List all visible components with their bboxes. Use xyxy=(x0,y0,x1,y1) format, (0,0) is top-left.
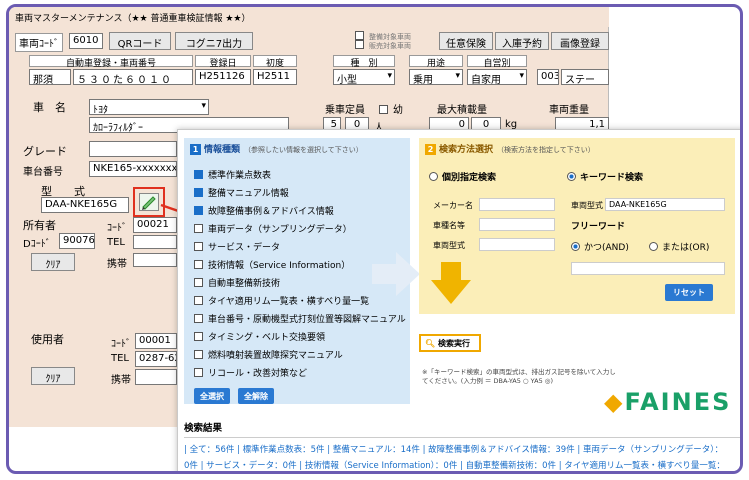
user-code-field[interactable]: 00001 xyxy=(135,333,177,349)
user-code-label: ｺｰﾄﾞ xyxy=(111,339,131,350)
chassis-field[interactable]: NKE165-xxxxxxx xyxy=(89,161,177,177)
registration-date-field[interactable]: H251126 xyxy=(195,69,251,85)
user-tel-field[interactable]: 0287-62 xyxy=(135,351,177,367)
info-item-checkbox[interactable]: サービス・データ xyxy=(194,240,280,253)
info-item-checkbox[interactable]: 車両データ（サンプリングデータ） xyxy=(194,222,352,235)
search-method-header: 2 検索方法選択 （検索方法を指定して下さい） xyxy=(419,138,735,158)
user-clear-button[interactable]: ｸﾘｱ xyxy=(31,367,75,385)
right-arrow-icon xyxy=(372,252,420,296)
owner-dcode-label: Dｺｰﾄﾞ xyxy=(23,239,51,250)
plate-number-field[interactable]: ５３０た６０１０ xyxy=(73,69,193,85)
info-item-checkbox[interactable]: 標準作業点数表 xyxy=(194,168,271,181)
header-type: 種 別 xyxy=(333,55,395,69)
individual-search-radio[interactable]: 個別指定検索 xyxy=(429,170,496,183)
owner-tel-label: TEL xyxy=(107,237,125,248)
keyword-search-radio[interactable]: キーワード検索 xyxy=(567,170,643,183)
weight-label: 車両重量 xyxy=(549,105,589,116)
region-field[interactable]: 那須 xyxy=(29,69,71,85)
car-name-search-label: 車種名等 xyxy=(433,221,465,230)
window-title: 車両マスターメンテナンス（★★ 普通重車検証情報 ★★） xyxy=(9,7,609,27)
owner-clear-button[interactable]: ｸﾘｱ xyxy=(31,253,75,271)
info-item-checkbox[interactable]: 車台番号・原動機型式打刻位置等図解マニュアル xyxy=(194,312,406,325)
maker-input[interactable] xyxy=(479,198,555,211)
owner-code-label: ｺｰﾄﾞ xyxy=(107,223,127,234)
maker-select[interactable]: ﾄﾖﾀ xyxy=(89,99,209,116)
info-item-checkbox[interactable]: 整備マニュアル情報 xyxy=(194,186,289,199)
reset-button[interactable]: リセット xyxy=(665,284,713,301)
usage-select[interactable]: 乗用 xyxy=(409,69,463,86)
car-name-label: 車 名 xyxy=(33,101,66,114)
user-label: 使用者 xyxy=(31,333,64,346)
child-checkbox[interactable]: 幼 xyxy=(379,101,403,116)
extra-text-field[interactable]: ステー xyxy=(561,69,609,85)
info-item-checkbox[interactable]: タイミング・ベルト交換要領 xyxy=(194,330,325,343)
info-item-checkbox[interactable]: 技術情報（Service Information） xyxy=(194,258,350,271)
user-mobile-label: 携帯 xyxy=(111,375,131,386)
maker-label: メーカー名 xyxy=(433,201,473,210)
model-type-field[interactable]: DAA-NKE165G xyxy=(41,197,129,213)
sales-target-checkbox[interactable]: 販売対象車両 xyxy=(355,40,411,51)
capacity-label: 乗車定員 xyxy=(325,105,365,116)
faines-launch-button[interactable] xyxy=(139,193,159,211)
info-item-checkbox[interactable]: 燃料噴射装置故障探究マニュアル xyxy=(194,348,343,361)
type-select[interactable]: 小型 xyxy=(333,69,395,86)
results-title: 検索結果 xyxy=(184,420,740,438)
info-item-checkbox[interactable]: タイヤ適用リム一覧表・横すべり量一覧 xyxy=(194,294,369,307)
search-results: 検索結果 | 全て：56件 | 標準作業点数表：5件 | 整備マニュアル：14件… xyxy=(184,420,740,471)
business-select[interactable]: 自家用 xyxy=(467,69,527,86)
header-registration-date: 登録日 xyxy=(195,55,251,69)
vehicle-code-field[interactable]: 6010 xyxy=(69,33,103,49)
owner-dcode-field[interactable]: 90076 xyxy=(59,233,95,249)
info-item-checkbox[interactable]: リコール・改善対策など xyxy=(194,366,307,379)
keyword-model-input[interactable]: DAA-NKE165G xyxy=(605,198,725,211)
user-mobile-field[interactable] xyxy=(135,369,177,385)
chassis-label: 車台番号 xyxy=(23,167,63,178)
owner-mobile-field[interactable] xyxy=(133,253,177,267)
insurance-button[interactable]: 任意保険 xyxy=(439,32,493,50)
and-radio[interactable]: かつ(AND) xyxy=(571,240,629,253)
max-load-label: 最大積載量 xyxy=(437,105,487,116)
clear-all-button[interactable]: 全解除 xyxy=(238,388,274,404)
freeword-input[interactable] xyxy=(571,262,725,275)
logo-mark-icon: ◆ xyxy=(604,388,625,416)
execute-search-button[interactable]: 🔍︎ 検索実行 xyxy=(419,334,481,352)
header-first-registration: 初度 xyxy=(253,55,297,69)
owner-mobile-label: 携帯 xyxy=(107,259,127,270)
user-tel-label: TEL xyxy=(111,353,129,364)
screenshot-frame: 車両マスターメンテナンス（★★ 普通重車検証情報 ★★） 車両ｺｰﾄﾞ 6010… xyxy=(6,4,743,474)
car-name-input[interactable] xyxy=(479,218,555,231)
freeword-label: フリーワード xyxy=(571,222,626,232)
qr-code-button[interactable]: QRコード xyxy=(109,32,171,50)
extra-code-field[interactable]: 003 xyxy=(537,69,559,85)
model-input[interactable] xyxy=(479,238,555,251)
down-arrow-icon xyxy=(431,262,471,304)
image-register-button[interactable]: 画像登録 xyxy=(551,32,609,50)
reservation-button[interactable]: 入庫予約 xyxy=(495,32,549,50)
header-registration-number: 自動車登録・車両番号 xyxy=(29,55,193,69)
faines-search-panel: 1 情報種類 （参照したい情報を選択して下さい） 標準作業点数表 整備マニュアル情報… xyxy=(177,129,740,471)
results-line-2[interactable]: 0件 | サービス・データ：0件 | 技術情報（Service Informat… xyxy=(184,459,740,471)
grade-label: グレード xyxy=(23,145,67,158)
export-button[interactable]: コグニ7出力 xyxy=(175,32,253,50)
results-line-1[interactable]: | 全て：56件 | 標準作業点数表：5件 | 整備マニュアル：14件 | 故障… xyxy=(184,443,740,455)
magnifier-icon: 🔍︎ xyxy=(425,339,436,348)
owner-label: 所有者 xyxy=(23,219,56,232)
search-method-section: 2 検索方法選択 （検索方法を指定して下さい） 個別指定検索 キーワード検索 メーカ… xyxy=(419,138,735,314)
search-footnote: ※「キーワード検索」の車両型式は、排出ガス記号を除いて入力してください。(入力例… xyxy=(422,368,616,385)
first-registration-field[interactable]: H2511 xyxy=(253,69,297,85)
or-radio[interactable]: または(OR) xyxy=(649,240,709,253)
info-item-checkbox[interactable]: 自動車整備新技術 xyxy=(194,276,280,289)
info-type-header: 1 情報種類 （参照したい情報を選択して下さい） xyxy=(184,138,410,158)
model-search-label: 車両型式 xyxy=(433,241,465,250)
info-item-checkbox[interactable]: 故障整備事例＆アドバイス情報 xyxy=(194,204,334,217)
select-all-button[interactable]: 全選択 xyxy=(194,388,230,404)
keyword-model-label: 車両型式 xyxy=(571,201,603,210)
header-usage: 用途 xyxy=(409,55,463,69)
header-business: 自営別 xyxy=(467,55,527,69)
vehicle-code-label: 車両ｺｰﾄﾞ xyxy=(15,33,63,52)
pencil-icon xyxy=(142,196,156,210)
faines-logo: ◆FAINES xyxy=(604,388,732,416)
grade-field[interactable] xyxy=(89,141,177,157)
